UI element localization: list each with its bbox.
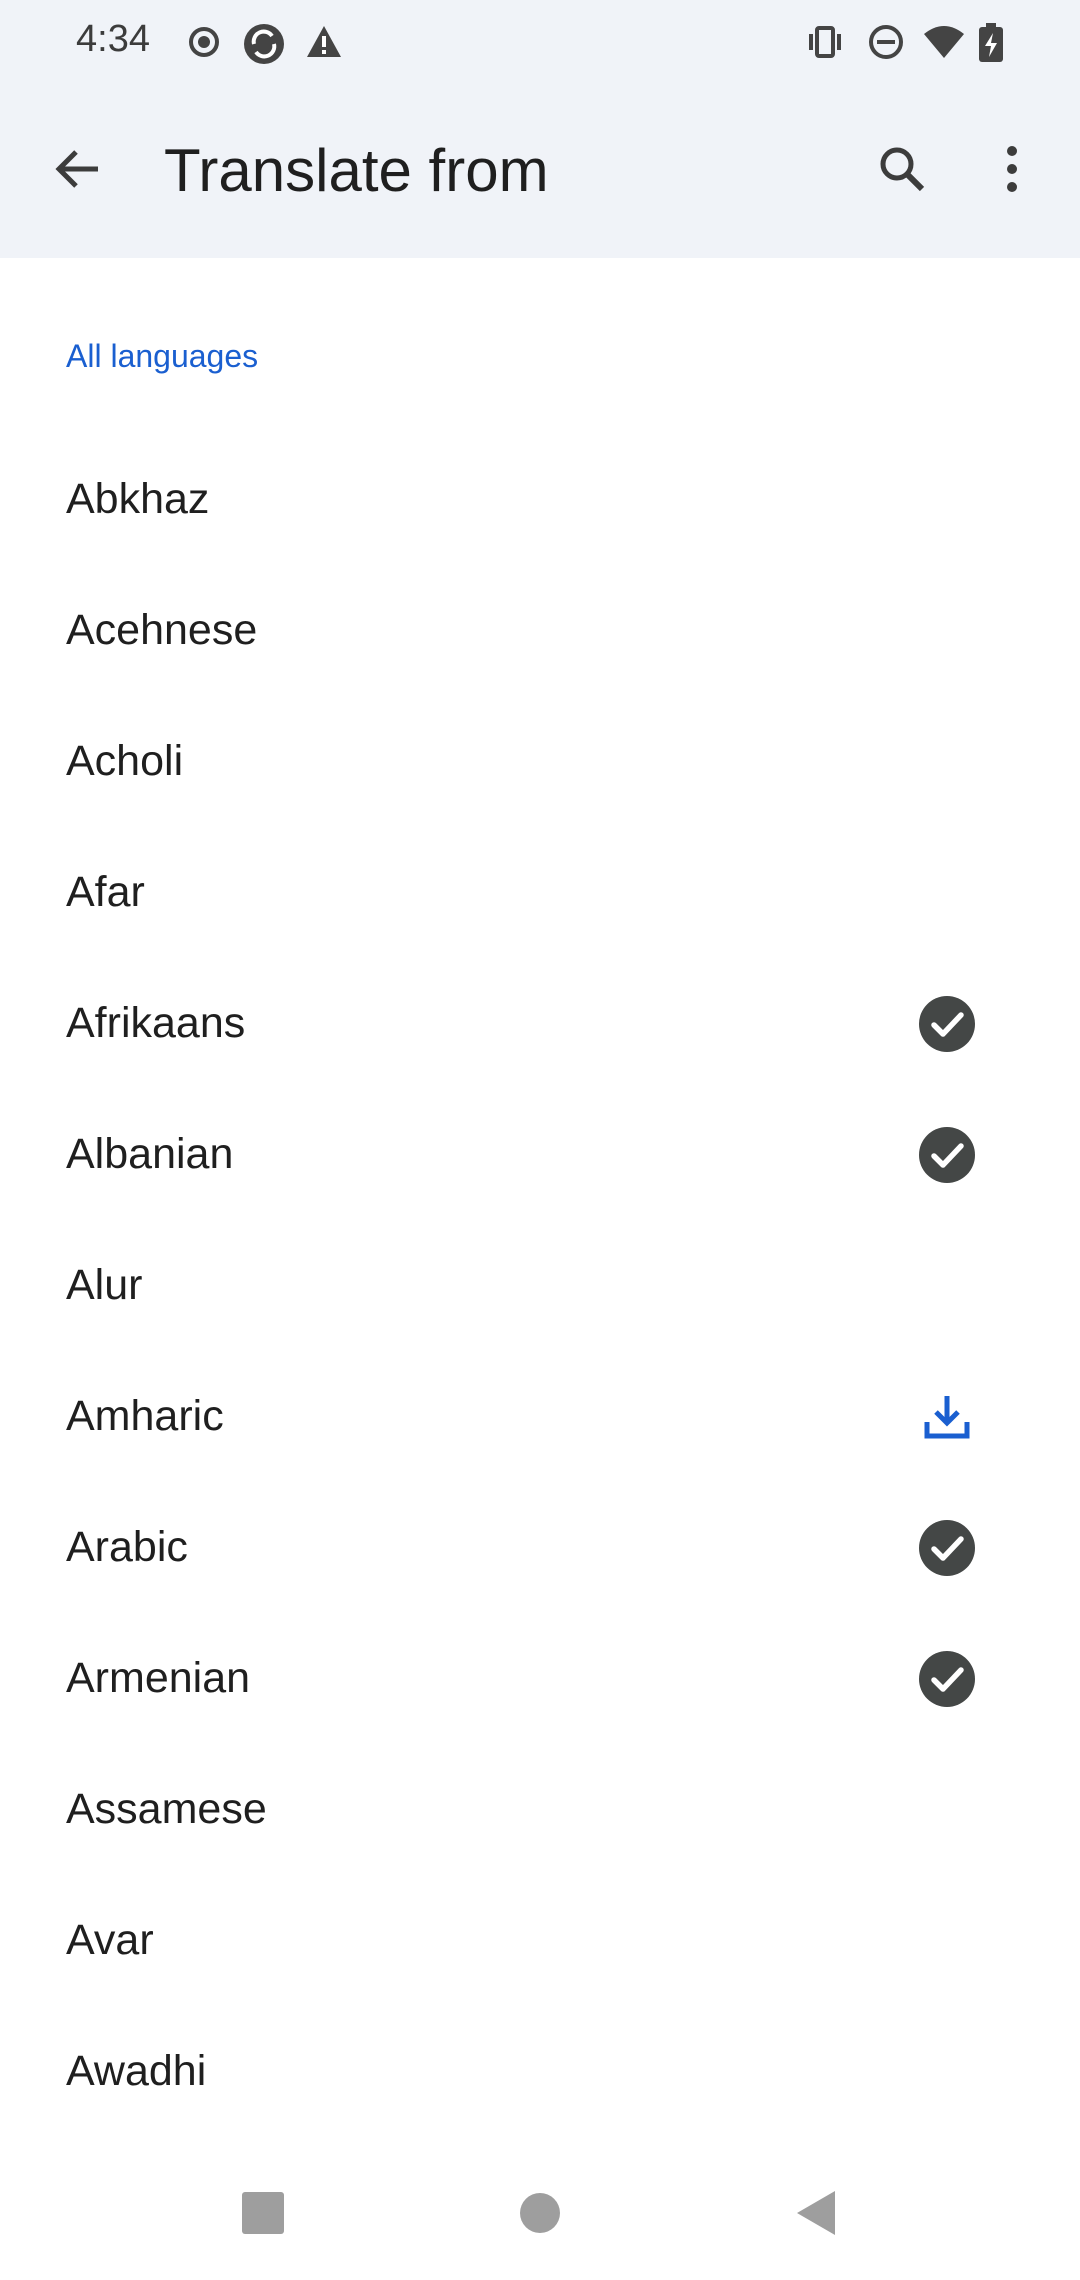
downloaded-check-icon [918,1650,976,1708]
language-label: Alur [66,1261,143,1309]
system-nav-bar [0,2150,1080,2280]
language-list: Abkhaz Acehnese Acholi Afar Afrikaans Albania… [0,434,1080,2137]
back-button[interactable] [40,126,114,216]
record-icon [184,22,224,62]
language-item[interactable]: Afar [0,827,1080,958]
downloaded-check-icon [918,1126,976,1184]
recents-button[interactable] [228,2180,298,2250]
language-item[interactable]: Arabic [0,1482,1080,1613]
battery-charging-icon [976,22,1016,62]
recents-square-icon [241,2191,285,2240]
language-label: Armenian [66,1654,251,1702]
sync-icon [242,22,284,64]
downloaded-check-icon [918,1519,976,1577]
language-label: Afar [66,868,145,916]
language-label: Amharic [66,1392,224,1440]
language-label: Abkhaz [66,475,210,523]
language-item[interactable]: Armenian [0,1613,1080,1744]
language-label: Acholi [66,737,184,785]
page-title: Translate from [164,137,549,204]
do-not-disturb-icon [866,22,906,62]
language-label: Assamese [66,1785,267,1833]
language-label: Acehnese [66,606,258,654]
language-item[interactable]: Acholi [0,696,1080,827]
language-item[interactable]: Awadhi [0,2006,1080,2137]
language-item[interactable]: Alur [0,1220,1080,1351]
warning-icon [304,22,344,62]
search-icon [876,143,928,200]
back-triangle-icon [793,2189,837,2242]
status-bar: 4:34 [0,0,1080,86]
app-bar: Translate from [0,86,1080,258]
more-vert-icon [1004,144,1020,199]
download-icon[interactable] [918,1388,976,1446]
language-item[interactable]: Albanian [0,1089,1080,1220]
language-item[interactable]: Afrikaans [0,958,1080,1089]
vibrate-icon [804,22,844,62]
language-item[interactable]: Avar [0,1875,1080,2006]
home-circle-icon [518,2191,562,2240]
wifi-icon [922,22,964,62]
language-item[interactable]: Assamese [0,1744,1080,1875]
language-item[interactable]: Acehnese [0,565,1080,696]
home-button[interactable] [505,2180,575,2250]
language-label: Afrikaans [66,999,246,1047]
downloaded-check-icon [918,995,976,1053]
status-time: 4:34 [76,18,150,60]
language-item[interactable]: Abkhaz [0,434,1080,565]
language-item[interactable]: Amharic [0,1351,1080,1482]
nav-back-button[interactable] [780,2180,850,2250]
back-arrow-icon [52,144,102,199]
language-label: Arabic [66,1523,188,1571]
language-label: Avar [66,1916,154,1964]
language-label: Albanian [66,1130,234,1178]
search-button[interactable] [862,126,942,216]
section-header-all-languages: All languages [66,338,259,374]
language-label: Awadhi [66,2047,207,2095]
more-options-button[interactable] [984,126,1040,216]
